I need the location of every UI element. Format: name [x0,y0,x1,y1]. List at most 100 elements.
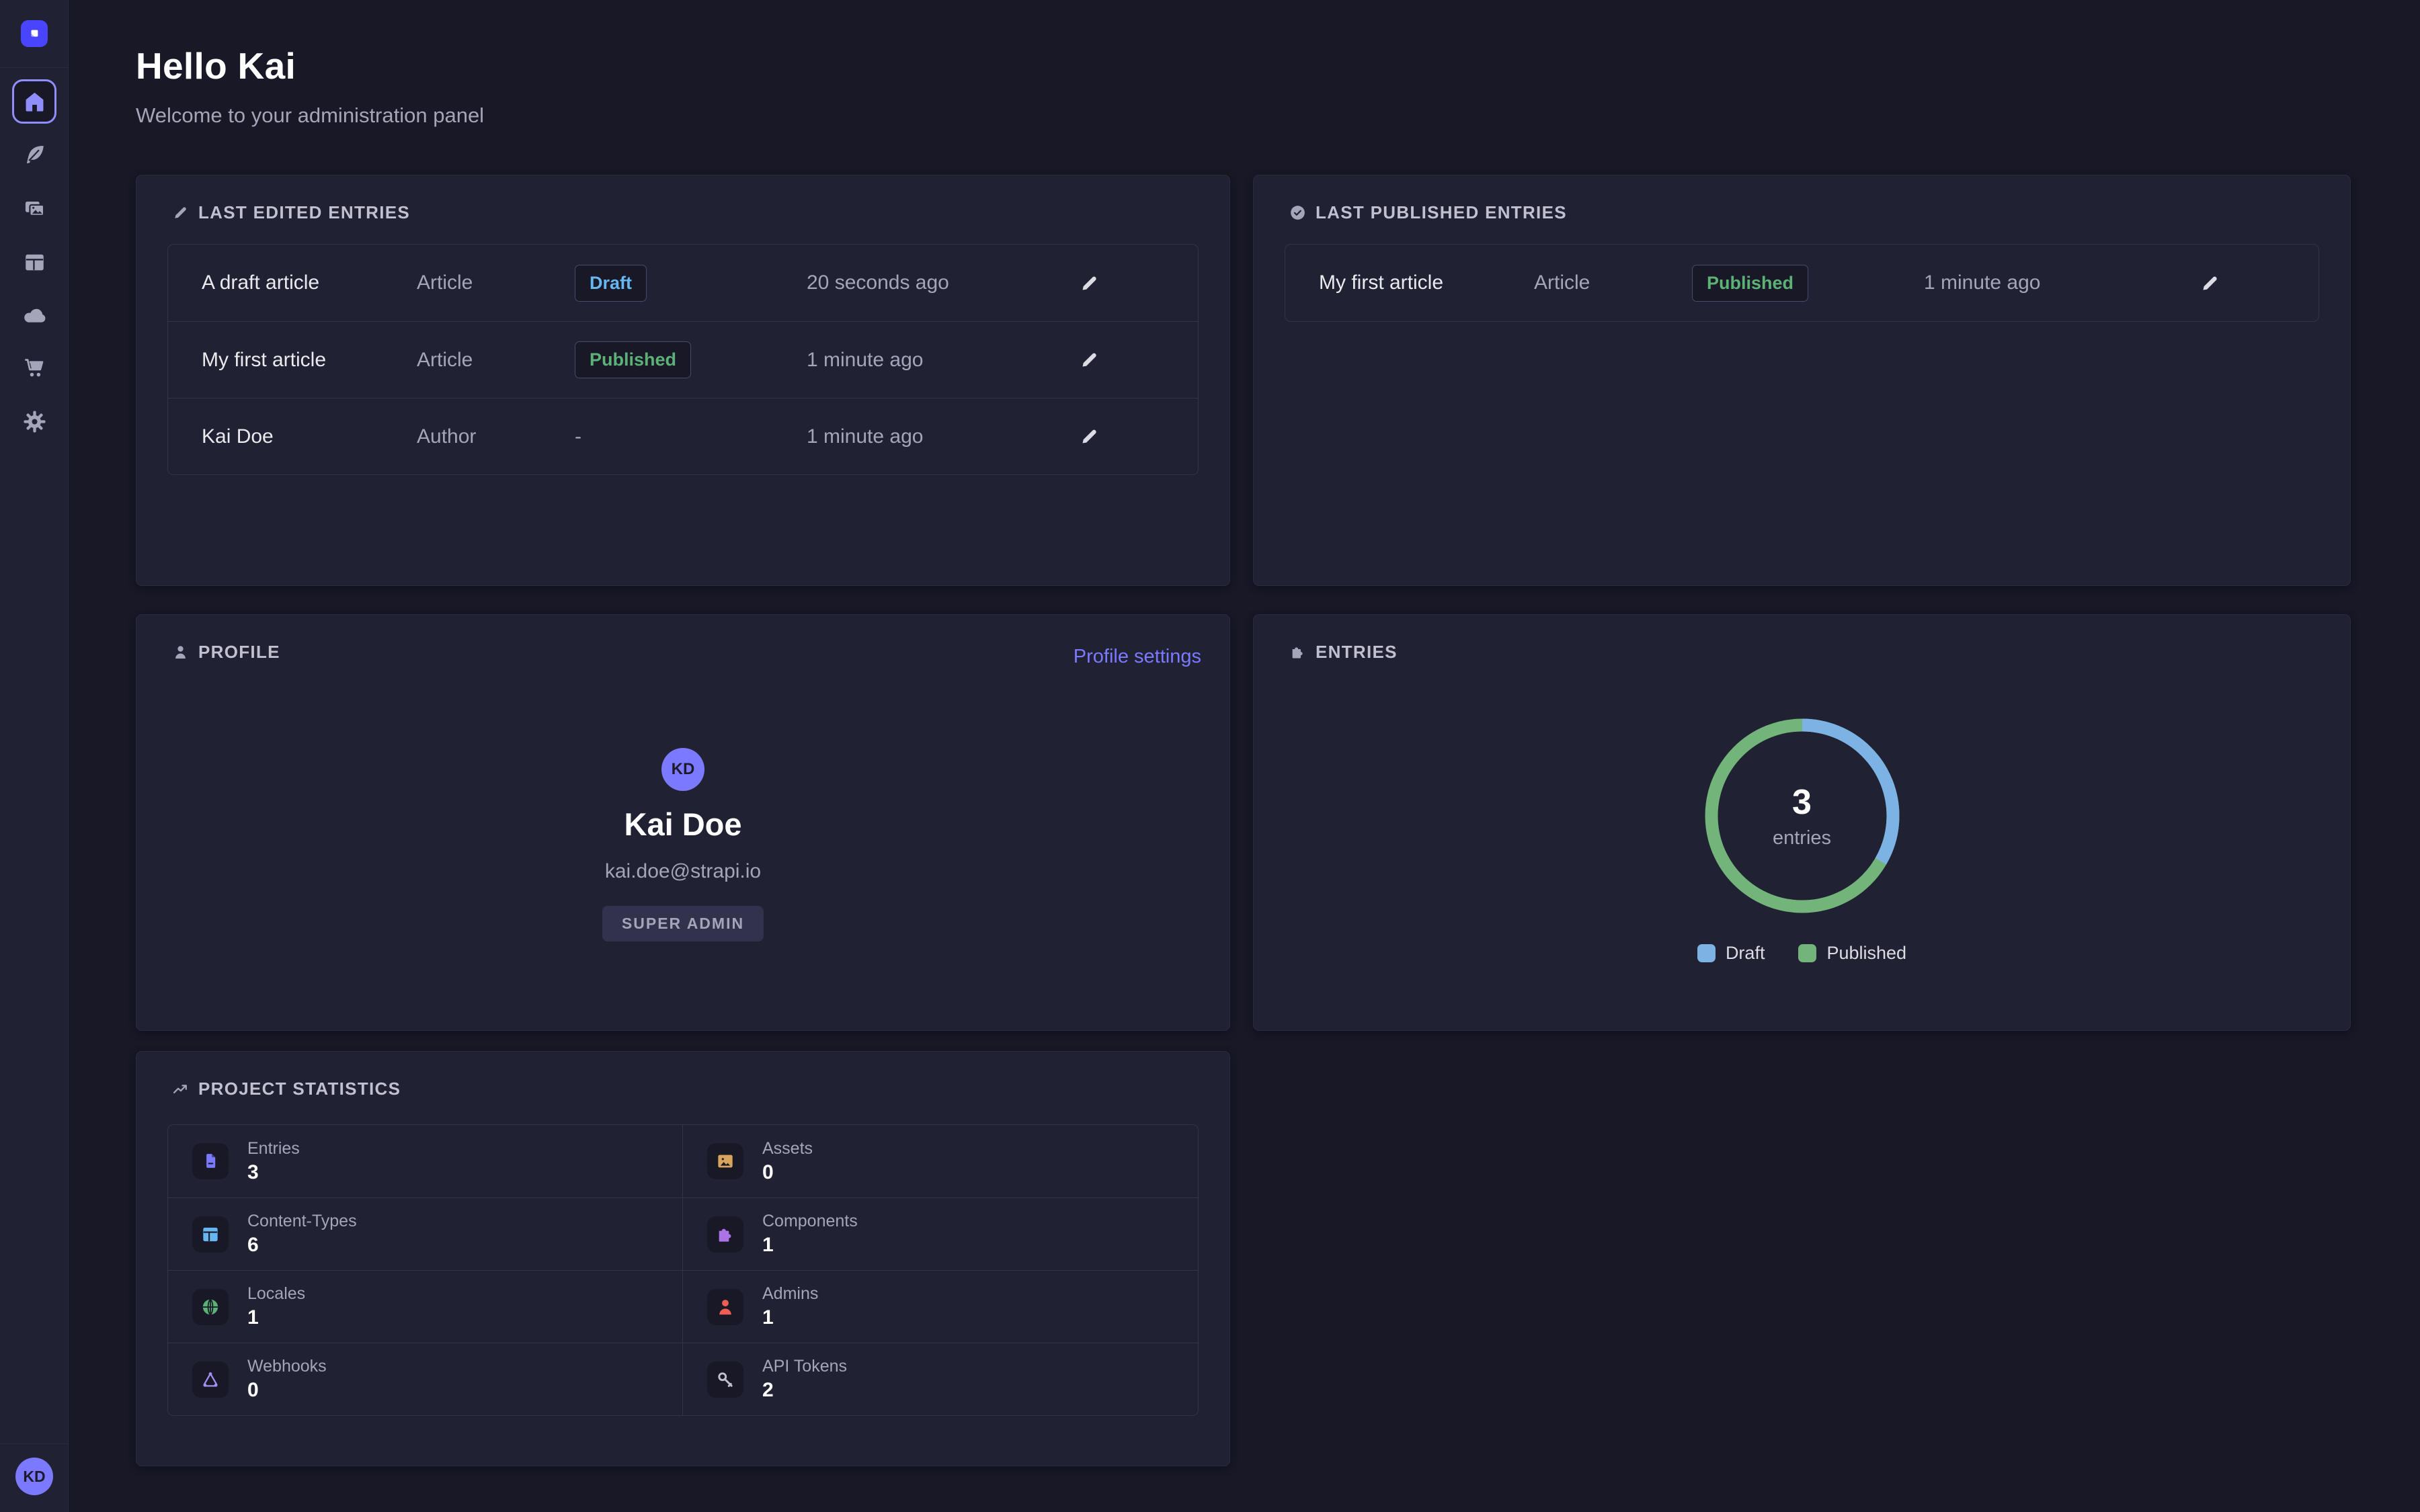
card-header: ENTRIES [1289,642,1398,662]
check-circle-icon [1289,204,1307,222]
stat-icon-tile [707,1289,743,1325]
donut-center: 3 entries [1701,715,1903,917]
stat-webhooks: Webhooks 0 [168,1343,683,1415]
image-icon [715,1150,736,1172]
page-header: Hello Kai Welcome to your administration… [136,44,484,128]
sidebar-item-deploy[interactable] [12,293,56,337]
stat-icon-tile [192,1143,229,1179]
entry-time: 1 minute ago [807,425,1057,448]
strapi-admin-dashboard: { "colors": { "page_bg": "#181826", "car… [0,0,2420,1512]
sidebar-item-content-type-builder[interactable] [12,240,56,284]
card-title: LAST PUBLISHED ENTRIES [1316,202,1567,223]
edit-button[interactable] [1074,345,1104,375]
cart-icon [22,355,47,380]
legend-swatch-draft [1697,944,1716,962]
sidebar-item-media-library[interactable] [12,186,56,230]
edit-button[interactable] [2195,268,2224,298]
stat-entries: Entries 3 [168,1125,683,1198]
key-icon [715,1369,736,1390]
stat-icon-tile [192,1216,229,1253]
pencil-icon [1078,272,1100,294]
donut-label: entries [1773,827,1831,849]
card-header: LAST PUBLISHED ENTRIES [1289,202,1567,222]
card-header: PROJECT STATISTICS [171,1079,401,1099]
stat-value: 2 [762,1379,847,1402]
status-badge: Published [575,341,691,378]
stat-components: Components 1 [683,1198,1198,1270]
strapi-logo-icon [25,24,44,43]
stat-label: Locales [247,1284,305,1304]
status-badge: Published [1692,265,1808,302]
stat-icon-tile [192,1361,229,1398]
table-row: A draft article Article Draft 20 seconds… [168,245,1198,321]
stat-value: 3 [247,1161,300,1184]
avatar: KD [661,748,704,791]
entry-name: Kai Doe [202,425,417,448]
globe-icon [200,1296,221,1318]
sidebar-item-home[interactable] [12,79,56,124]
profile-email: kai.doe@strapi.io [136,860,1229,883]
pencil-icon [1078,425,1100,448]
stat-value: 1 [762,1234,858,1257]
stat-locales: Locales 1 [168,1270,683,1343]
entry-name: My first article [1319,271,1534,294]
edit-button[interactable] [1074,422,1104,452]
sidebar-item-marketplace[interactable] [12,345,56,390]
status-empty: - [575,425,581,448]
grid-icon [200,1224,221,1245]
file-icon [200,1150,221,1172]
webhook-icon [200,1369,221,1390]
puzzle-icon [1289,643,1307,661]
stat-label: Entries [247,1139,300,1159]
profile-card: PROFILE Profile settings KD Kai Doe kai.… [136,614,1230,1031]
profile-settings-link[interactable]: Profile settings [1074,646,1201,668]
last-published-table: My first article Article Published 1 min… [1285,244,2319,322]
profile-name: Kai Doe [136,806,1229,843]
cloud-icon [22,303,47,328]
stat-value: 1 [247,1306,305,1329]
stat-value: 6 [247,1234,357,1257]
edit-button[interactable] [1074,268,1104,298]
sidebar-item-settings[interactable] [12,399,56,444]
user-initials: KD [23,1468,45,1486]
strapi-logo[interactable] [21,20,48,47]
entries-donut-chart: 3 entries [1701,715,1903,917]
last-edited-entries-card: LAST EDITED ENTRIES A draft article Arti… [136,175,1230,586]
user-avatar[interactable]: KD [15,1458,53,1495]
puzzle-icon [715,1224,736,1245]
entries-card: ENTRIES 3 entries Draft Published [1253,614,2351,1031]
stat-label: Admins [762,1284,818,1304]
entry-time: 1 minute ago [1924,271,2177,294]
sidebar-divider [0,1443,69,1444]
donut-value: 3 [1792,782,1812,823]
stat-label: Content-Types [247,1212,357,1231]
entry-type: Author [417,425,575,448]
gear-icon [22,409,47,434]
stat-value: 0 [762,1161,813,1184]
sidebar: KD [0,0,69,1512]
person-icon [715,1296,736,1318]
sidebar-item-content-manager[interactable] [12,132,56,177]
last-edited-table: A draft article Article Draft 20 seconds… [167,244,1199,475]
card-title: PROJECT STATISTICS [198,1079,401,1099]
table-row: Kai Doe Author - 1 minute ago [168,398,1198,474]
stat-label: Components [762,1212,858,1231]
sidebar-divider [0,67,69,68]
stat-api-tokens: API Tokens 2 [683,1343,1198,1415]
stat-icon-tile [707,1216,743,1253]
card-header: PROFILE [171,642,280,662]
page-subtitle: Welcome to your administration panel [136,103,484,128]
stat-admins: Admins 1 [683,1270,1198,1343]
feather-icon [22,142,47,167]
project-statistics-card: PROJECT STATISTICS Entries 3 [136,1051,1230,1466]
status-badge: Draft [575,265,647,302]
stat-icon-tile [707,1361,743,1398]
card-title: LAST EDITED ENTRIES [198,202,410,223]
legend-swatch-published [1798,944,1816,962]
legend-item-published: Published [1798,943,1906,964]
stat-label: API Tokens [762,1357,847,1376]
page-title: Hello Kai [136,44,484,87]
home-icon [22,89,47,114]
entry-type: Article [1534,271,1692,294]
entry-name: A draft article [202,271,417,294]
